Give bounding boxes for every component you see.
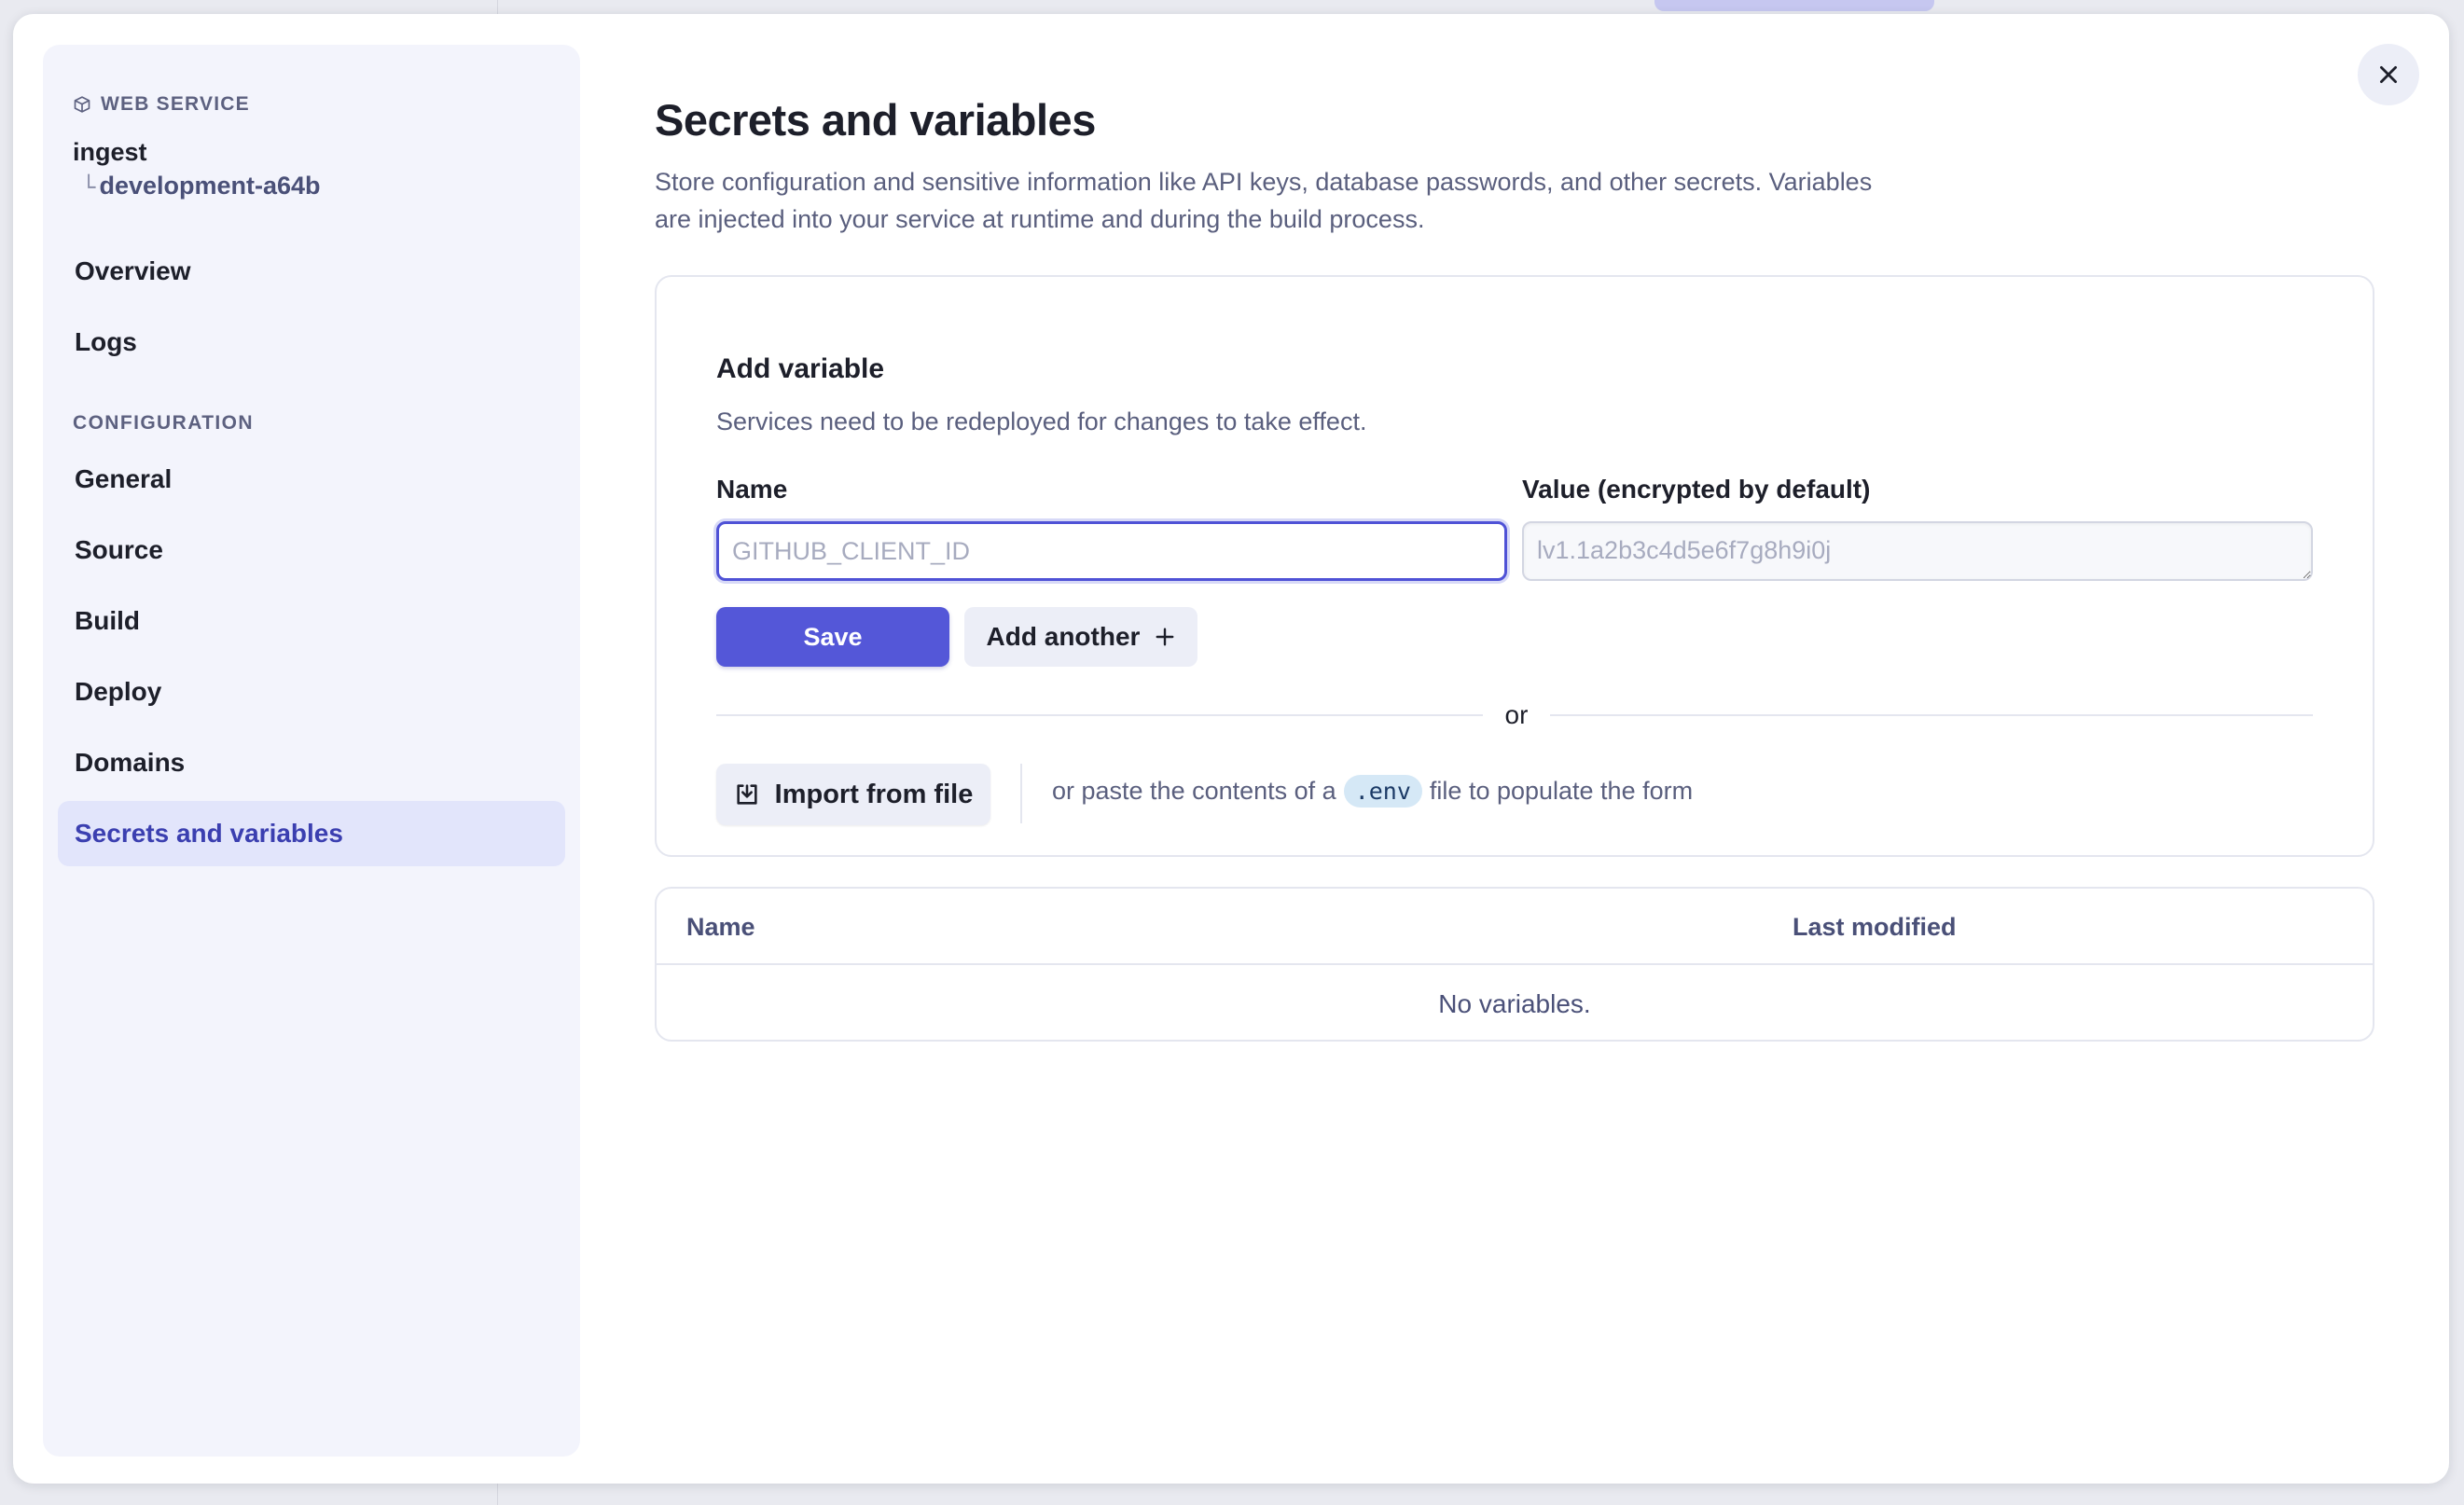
plus-icon bbox=[1156, 628, 1174, 646]
divider-left bbox=[716, 714, 1483, 716]
close-icon bbox=[2380, 66, 2397, 83]
sidebar-item-build[interactable]: Build bbox=[58, 588, 565, 654]
tree-branch-icon: └ bbox=[82, 174, 96, 200]
variables-table: Name Last modified No variables. bbox=[655, 887, 2374, 1042]
service-kind: WEB SERVICE bbox=[73, 93, 250, 116]
sidebar-item-label: Logs bbox=[75, 327, 137, 356]
settings-sidebar: WEB SERVICE ingest └ development-a64b Ov… bbox=[43, 45, 580, 1457]
sidebar-item-label: General bbox=[75, 464, 173, 493]
variable-name-input[interactable] bbox=[716, 521, 1507, 581]
import-separator bbox=[1020, 764, 1022, 823]
add-another-button[interactable]: Add another bbox=[964, 607, 1197, 667]
column-header-name: Name bbox=[686, 913, 755, 941]
add-variable-subtitle: Services need to be redeployed for chang… bbox=[716, 407, 1367, 435]
paste-hint: or paste the contents of a .env file to … bbox=[1052, 775, 1693, 808]
variable-value-input[interactable] bbox=[1522, 521, 2313, 581]
sidebar-item-label: Secrets and variables bbox=[75, 819, 343, 848]
service-name: ingest bbox=[73, 138, 147, 166]
sidebar-item-label: Build bbox=[75, 606, 140, 635]
or-separator: or bbox=[1504, 700, 1529, 729]
save-button[interactable]: Save bbox=[716, 607, 949, 667]
sidebar-item-label: Domains bbox=[75, 748, 186, 777]
sidebar-item-label: Source bbox=[75, 535, 163, 564]
paste-hint-suffix: file to populate the form bbox=[1429, 777, 1694, 805]
sidebar-item-logs[interactable]: Logs bbox=[58, 310, 565, 375]
sidebar-item-secrets-and-variables[interactable]: Secrets and variables bbox=[58, 801, 565, 866]
download-tray-icon bbox=[737, 784, 757, 805]
paste-hint-prefix: or paste the contents of a bbox=[1052, 777, 1336, 805]
sidebar-item-label: Overview bbox=[75, 256, 191, 285]
sidebar-item-label: Deploy bbox=[75, 677, 162, 706]
import-from-file-button[interactable]: Import from file bbox=[716, 764, 990, 825]
backdrop-highlight bbox=[1654, 0, 1934, 11]
sidebar-item-source[interactable]: Source bbox=[58, 518, 565, 583]
sidebar-item-domains[interactable]: Domains bbox=[58, 730, 565, 795]
sidebar-item-deploy[interactable]: Deploy bbox=[58, 659, 565, 725]
env-code-pill: .env bbox=[1343, 775, 1422, 808]
section-label-configuration: CONFIGURATION bbox=[73, 412, 254, 434]
close-button[interactable] bbox=[2358, 44, 2419, 105]
settings-modal: WEB SERVICE ingest └ development-a64b Ov… bbox=[13, 14, 2449, 1484]
table-header: Name Last modified bbox=[657, 889, 2373, 965]
page-description: Store configuration and sensitive inform… bbox=[655, 168, 1873, 233]
name-field-label: Name bbox=[716, 475, 788, 504]
import-label: Import from file bbox=[774, 779, 974, 809]
divider-right bbox=[1550, 714, 2313, 716]
column-header-last-modified: Last modified bbox=[1793, 913, 1957, 941]
add-variable-card: Add variable Services need to be redeplo… bbox=[655, 275, 2374, 857]
value-field-label: Value (encrypted by default) bbox=[1522, 475, 1871, 504]
add-another-label: Add another bbox=[986, 622, 1141, 651]
service-kind-label: WEB SERVICE bbox=[101, 93, 250, 115]
page-title: Secrets and variables bbox=[655, 95, 1096, 145]
sidebar-item-general[interactable]: General bbox=[58, 447, 565, 512]
environment-label[interactable]: development-a64b bbox=[99, 172, 320, 200]
empty-state: No variables. bbox=[1438, 989, 1591, 1018]
box-icon bbox=[74, 96, 90, 113]
add-variable-title: Add variable bbox=[716, 353, 885, 384]
sidebar-item-overview[interactable]: Overview bbox=[58, 239, 565, 304]
service-environment: └ development-a64b bbox=[82, 172, 321, 200]
